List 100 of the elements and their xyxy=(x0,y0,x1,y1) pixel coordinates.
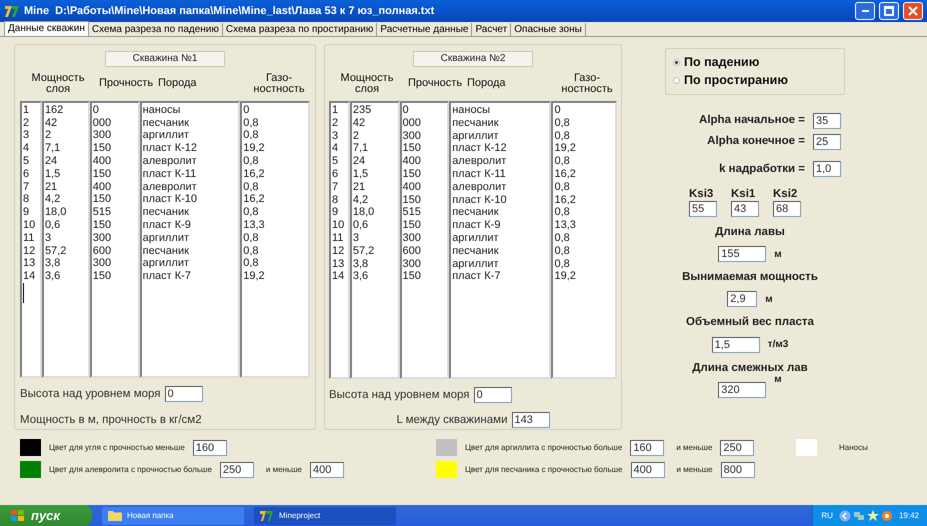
list-item[interactable]: 8 xyxy=(23,193,40,206)
list-item[interactable]: пласт К-11 xyxy=(452,168,550,181)
list-item[interactable]: 3,6 xyxy=(352,270,398,284)
list-item[interactable]: алевролит xyxy=(142,180,238,194)
list-item[interactable]: 13 xyxy=(23,257,40,270)
list-item[interactable]: пласт К-11 xyxy=(142,168,238,181)
list-item[interactable]: 150 xyxy=(402,219,448,232)
list-box[interactable]: 1 2 3 4 5 6 7 8 9 10 11 12 13 14 xyxy=(329,100,350,378)
list-item[interactable]: 3 xyxy=(44,232,88,245)
text-field[interactable]: 55 xyxy=(689,200,717,217)
list-item[interactable]: 0,8 xyxy=(554,206,615,220)
list-item[interactable]: 0,8 xyxy=(243,155,308,168)
list-item[interactable]: 150 xyxy=(402,194,448,206)
list-item[interactable]: 21 xyxy=(44,180,88,194)
list-item[interactable]: 0,8 xyxy=(243,257,308,270)
list-item[interactable]: пласт К-9 xyxy=(452,219,550,232)
list-item[interactable]: 150 xyxy=(402,142,448,156)
list-item[interactable]: аргиллит xyxy=(142,129,238,142)
list-item[interactable]: 6 xyxy=(332,168,348,181)
list-item[interactable]: 150 xyxy=(92,270,138,284)
text-field[interactable]: 1,5 xyxy=(712,336,760,352)
list-item[interactable]: 12 xyxy=(23,244,40,258)
list-item[interactable]: 3,8 xyxy=(352,258,398,270)
tab[interactable]: Схема разреза по падению xyxy=(88,23,223,36)
list-item[interactable]: 400 xyxy=(402,155,448,168)
list-item[interactable]: 24 xyxy=(352,155,398,168)
list-item[interactable]: песчаник xyxy=(452,116,550,130)
radio-option[interactable]: По падению xyxy=(673,54,844,71)
text-field[interactable]: 68 xyxy=(773,200,801,217)
list-item[interactable]: 10 xyxy=(332,219,348,232)
list-item[interactable]: 12 xyxy=(332,244,348,258)
list-item[interactable]: 3 xyxy=(352,232,398,245)
text-field[interactable]: 1,0 xyxy=(812,161,841,178)
list-item[interactable]: пласт К-9 xyxy=(142,219,238,232)
list-item[interactable]: 300 xyxy=(92,232,138,245)
list-item[interactable]: 150 xyxy=(92,219,138,232)
list-item[interactable]: песчаник xyxy=(142,116,238,130)
taskbar-button[interactable]: Новая папка xyxy=(102,506,244,524)
well-button[interactable]: Скважина №2 xyxy=(413,51,533,67)
list-item[interactable]: 1 xyxy=(23,104,40,117)
start-button[interactable]: пуск xyxy=(0,505,92,526)
list-item[interactable]: 0,8 xyxy=(554,155,615,168)
list-item[interactable]: 0,8 xyxy=(243,180,308,194)
list-item[interactable]: аргиллит xyxy=(142,257,238,270)
tab[interactable]: Опасные зоны xyxy=(511,23,586,36)
list-item[interactable]: 0,8 xyxy=(554,180,615,194)
list-item[interactable]: 5 xyxy=(332,155,348,168)
well-button[interactable]: Скважина №1 xyxy=(105,51,225,67)
list-item[interactable]: 0,8 xyxy=(554,258,615,270)
list-item[interactable]: 300 xyxy=(402,232,448,245)
list-item[interactable]: 13,3 xyxy=(243,219,308,232)
maximize-button[interactable] xyxy=(879,2,899,20)
list-item[interactable]: 19,2 xyxy=(554,270,615,284)
text-field[interactable]: 0 xyxy=(474,387,512,404)
text-field[interactable]: 35 xyxy=(812,112,841,129)
list-item[interactable]: аргиллит xyxy=(142,232,238,245)
list-item[interactable]: 0,8 xyxy=(554,116,615,130)
list-box[interactable]: наносы песчаник аргиллит пласт К-12 алевролит пласт К-11 алевролит пласт К-10 песчаник пласт К-9 аргиллит песчаник аргиллит пласт К-7 xyxy=(449,100,552,378)
list-item[interactable]: 400 xyxy=(92,180,138,194)
list-item[interactable]: 21 xyxy=(352,180,398,194)
text-field[interactable]: 400 xyxy=(630,462,665,478)
text-field[interactable]: 25 xyxy=(812,134,841,150)
list-item[interactable]: 11 xyxy=(332,232,348,245)
list-item[interactable]: 7 xyxy=(23,180,40,194)
list-item[interactable]: 57,2 xyxy=(352,244,398,258)
list-item[interactable]: 10 xyxy=(23,219,40,232)
list-item[interactable]: 150 xyxy=(402,168,448,181)
network-icon[interactable] xyxy=(852,510,865,522)
list-item[interactable]: наносы xyxy=(452,104,550,117)
list-item[interactable]: 0 xyxy=(92,104,138,117)
chevron-icon[interactable] xyxy=(838,510,851,522)
list-item[interactable]: 4,2 xyxy=(352,194,398,206)
list-item[interactable]: 3,8 xyxy=(44,257,88,270)
list-item[interactable]: 1,5 xyxy=(352,168,398,181)
list-item[interactable]: 150 xyxy=(402,270,448,284)
list-item[interactable]: 0,8 xyxy=(554,232,615,245)
list-box[interactable]: 1 2 3 4 5 6 7 8 9 10 11 12 13 14 xyxy=(20,100,42,378)
list-item[interactable]: алевролит xyxy=(452,180,550,194)
color-swatch[interactable] xyxy=(436,461,457,478)
list-item[interactable]: 0,8 xyxy=(243,232,308,245)
list-item[interactable]: 19,2 xyxy=(243,270,308,284)
list-item[interactable]: 2 xyxy=(352,130,398,142)
list-item[interactable]: 2 xyxy=(23,116,40,130)
list-item[interactable]: 1,5 xyxy=(44,168,88,181)
list-item[interactable]: 0,8 xyxy=(243,244,308,258)
list-item[interactable]: 5 xyxy=(23,155,40,168)
list-item[interactable]: 2 xyxy=(332,116,348,130)
list-item[interactable]: пласт К-10 xyxy=(142,193,238,206)
list-item[interactable]: песчаник xyxy=(452,244,550,258)
list-item[interactable]: 13 xyxy=(332,258,348,270)
list-item[interactable]: 600 xyxy=(402,244,448,258)
list-item[interactable]: 2 xyxy=(44,129,88,142)
list-item[interactable]: 16,2 xyxy=(243,168,308,181)
text-field[interactable]: 250 xyxy=(720,440,754,456)
list-item[interactable]: 24 xyxy=(44,155,88,168)
list-item[interactable]: 150 xyxy=(92,193,138,206)
list-box[interactable]: 162 42 2 7,1 24 1,5 21 4,2 18,0 0,6 3 57,2 3,8 3,6 xyxy=(42,100,90,378)
tab[interactable]: Данные скважин xyxy=(4,21,89,36)
list-item[interactable]: 1 xyxy=(332,104,348,117)
tab[interactable]: Схема разреза по простиранию xyxy=(222,23,378,36)
